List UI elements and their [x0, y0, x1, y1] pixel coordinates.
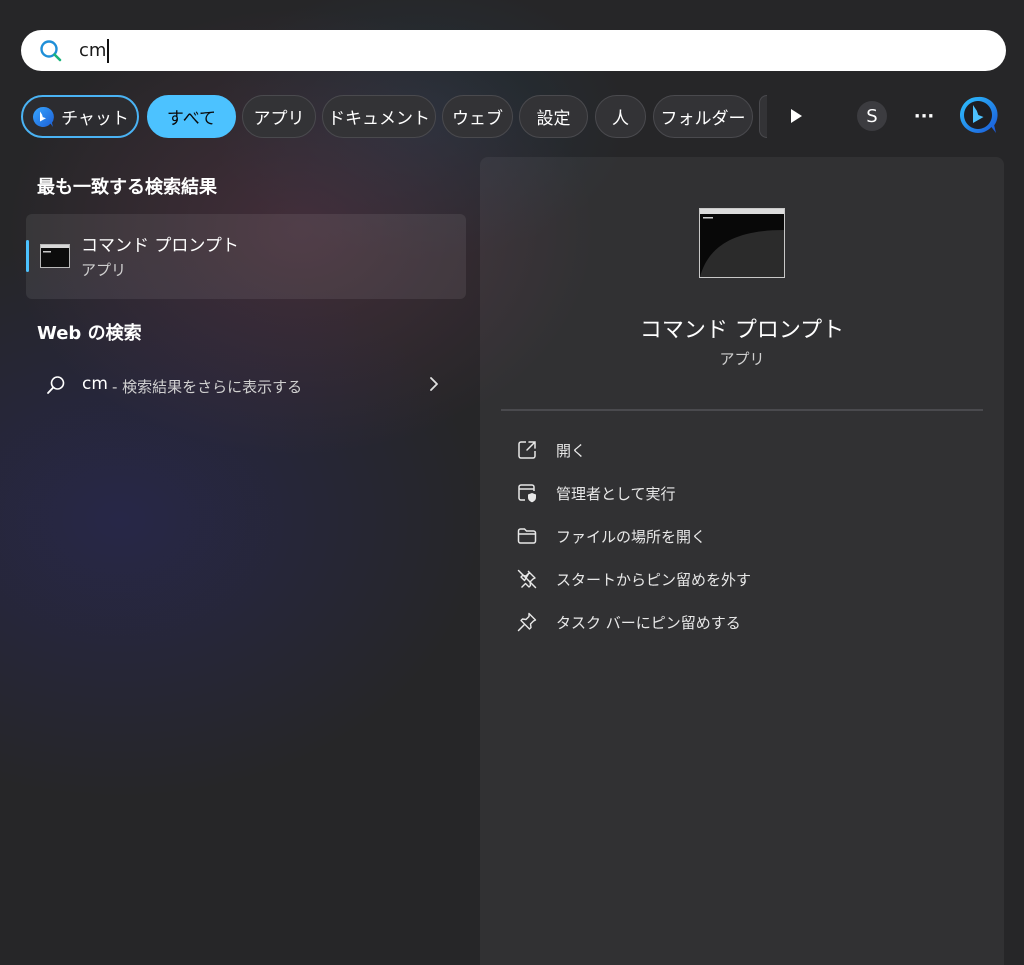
filter-bar: チャット すべて アプリ ドキュメント ウェブ 設定 人 フォルダー S ··· [21, 95, 1006, 139]
chevron-right-icon [430, 377, 438, 391]
filter-apps-label: アプリ [253, 109, 305, 129]
filter-folders-label: フォルダー [660, 109, 746, 129]
web-search-heading: Web の検索 [37, 323, 142, 344]
action-open-file-location[interactable]: ファイルの場所を開く [500, 516, 960, 556]
filter-overflow-chip[interactable] [759, 95, 767, 138]
search-icon [47, 376, 65, 394]
text-caret [107, 38, 109, 63]
filter-all[interactable]: すべて [147, 95, 236, 138]
action-run-as-admin-label: 管理者として実行 [556, 485, 676, 503]
search-icon [40, 39, 62, 61]
play-arrow-icon [791, 109, 802, 123]
filter-apps[interactable]: アプリ [242, 95, 316, 138]
unpin-icon [517, 569, 537, 589]
selection-indicator [26, 240, 29, 272]
filter-folders[interactable]: フォルダー [653, 95, 753, 138]
best-match-name: コマンド プロンプト [81, 236, 239, 256]
action-open-file-location-label: ファイルの場所を開く [556, 528, 707, 546]
shield-admin-icon [518, 484, 536, 503]
detail-panel: コマンド プロンプト アプリ 開く 管理者として実行 ファイルの場所を開く スタ… [480, 157, 1004, 965]
chat-chip[interactable]: チャット [21, 95, 139, 138]
more-icon: ··· [913, 105, 935, 127]
search-input[interactable]: cm [79, 38, 109, 63]
bing-icon [959, 96, 998, 133]
chat-chip-label: チャット [61, 109, 129, 129]
filter-documents[interactable]: ドキュメント [322, 95, 436, 138]
web-search-result[interactable]: cm - 検索結果をさらに表示する [26, 362, 466, 408]
search-query: cm [79, 40, 107, 61]
filter-web[interactable]: ウェブ [442, 95, 513, 138]
action-unpin-from-start-label: スタートからピン留めを外す [556, 571, 752, 589]
pin-icon [517, 612, 537, 632]
best-match-result[interactable]: コマンド プロンプト アプリ [26, 214, 466, 299]
detail-app-type: アプリ [719, 350, 765, 368]
command-prompt-icon [40, 244, 70, 268]
best-match-type: アプリ [81, 261, 127, 279]
more-options-button[interactable]: ··· [907, 99, 941, 133]
open-external-icon [518, 441, 536, 459]
filter-settings-label: 設定 [536, 109, 571, 129]
web-search-query: cm [82, 374, 108, 394]
action-run-as-admin[interactable]: 管理者として実行 [500, 473, 960, 513]
action-open[interactable]: 開く [500, 430, 960, 470]
detail-app-name: コマンド プロンプト [639, 318, 845, 343]
avatar[interactable]: S [857, 101, 887, 131]
bing-chat-icon [33, 106, 54, 127]
search-box[interactable]: cm [21, 30, 1006, 71]
filter-web-label: ウェブ [452, 109, 503, 129]
scroll-filters-button[interactable] [779, 99, 813, 133]
action-pin-to-taskbar-label: タスク バーにピン留めする [556, 614, 741, 632]
command-prompt-large-icon [699, 208, 785, 278]
folder-icon [517, 528, 537, 544]
avatar-initial: S [866, 105, 878, 127]
action-pin-to-taskbar[interactable]: タスク バーにピン留めする [500, 602, 960, 642]
filter-settings[interactable]: 設定 [519, 95, 588, 138]
best-match-heading: 最も一致する検索結果 [37, 177, 217, 198]
action-unpin-from-start[interactable]: スタートからピン留めを外す [500, 559, 960, 599]
divider [501, 409, 983, 411]
filter-all-label: すべて [166, 109, 217, 129]
filter-people-label: 人 [612, 109, 629, 129]
filter-people[interactable]: 人 [595, 95, 646, 138]
action-open-label: 開く [556, 442, 587, 460]
filter-documents-label: ドキュメント [328, 109, 430, 129]
bing-button[interactable] [956, 93, 1000, 137]
web-search-more-text: - 検索結果をさらに表示する [112, 378, 303, 396]
